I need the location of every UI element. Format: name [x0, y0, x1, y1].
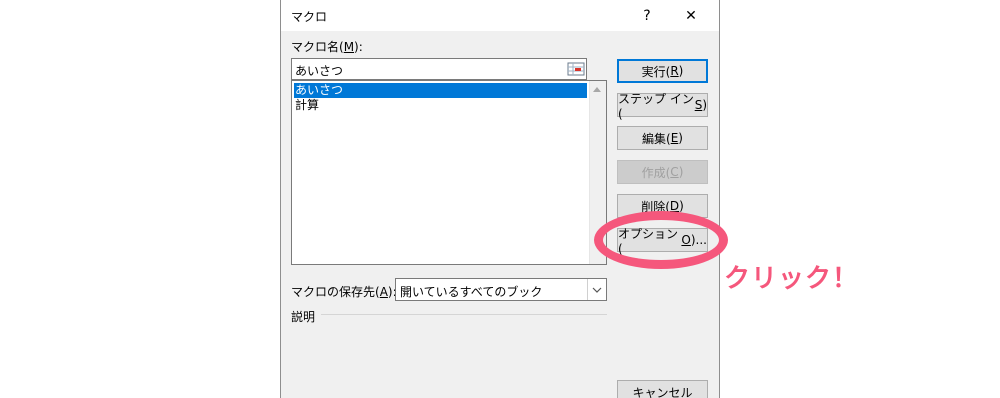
- chevron-down-icon[interactable]: [587, 279, 606, 300]
- store-in-label: マクロの保存先(A):: [291, 285, 397, 299]
- macro-name-value: あいさつ: [295, 64, 344, 78]
- title-bar: マクロ ? ✕: [281, 0, 719, 31]
- create-button[interactable]: 作成(C): [617, 160, 708, 184]
- close-button[interactable]: ✕: [669, 0, 713, 31]
- description-label: 説明: [291, 310, 316, 324]
- description-divider: [321, 314, 607, 315]
- store-in-select[interactable]: 開いているすべてのブック: [395, 278, 607, 301]
- help-button[interactable]: ?: [625, 0, 669, 31]
- macro-name-input[interactable]: あいさつ: [291, 58, 587, 80]
- store-in-value: 開いているすべてのブック: [400, 285, 543, 299]
- list-item[interactable]: 計算: [294, 98, 587, 113]
- step-into-button[interactable]: ステップ イン(S): [617, 92, 708, 121]
- run-button[interactable]: 実行(R): [617, 59, 708, 83]
- macro-dialog: マクロ ? ✕ マクロ名(M): あいさつ あいさつ 計算 実行(R) ステップ…: [280, 0, 720, 398]
- cancel-button[interactable]: キャンセル: [617, 380, 708, 398]
- range-select-icon[interactable]: [567, 60, 585, 78]
- list-item[interactable]: あいさつ: [294, 83, 587, 98]
- highlight-ellipse: [594, 211, 728, 269]
- scroll-up-icon[interactable]: [593, 87, 601, 92]
- edit-button[interactable]: 編集(E): [617, 126, 708, 150]
- dialog-title: マクロ: [291, 10, 328, 24]
- macro-listbox[interactable]: あいさつ 計算: [291, 80, 607, 265]
- click-annotation: クリック！: [724, 264, 860, 294]
- macro-name-label: マクロ名(M):: [291, 40, 363, 54]
